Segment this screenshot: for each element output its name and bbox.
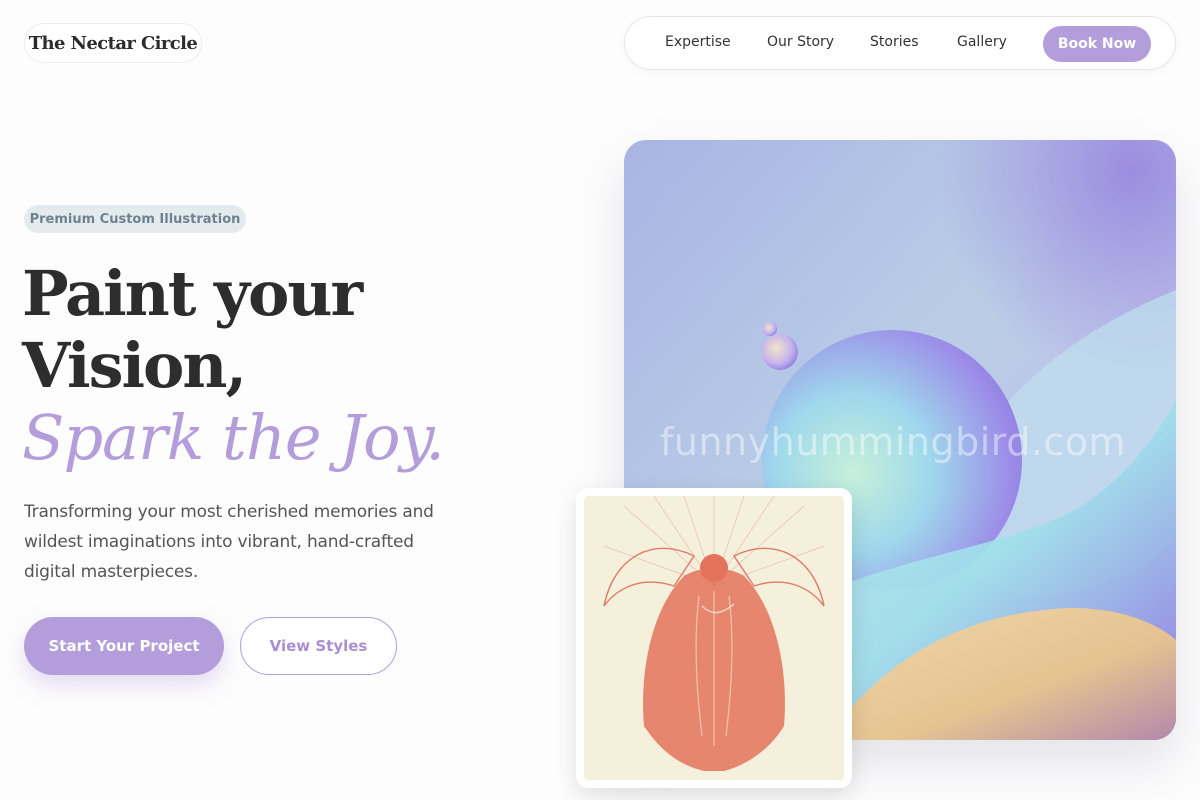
watermark-text: funnyhummingbird.com — [660, 420, 1127, 464]
landing-page: The Nectar Circle Expertise Our Story St… — [0, 0, 1200, 800]
hero-headline: Paint your Vision, Spark the Joy. — [22, 258, 582, 474]
view-styles-button[interactable]: View Styles — [240, 617, 397, 675]
angel-artwork-image — [584, 496, 844, 780]
logo[interactable]: The Nectar Circle — [24, 23, 202, 63]
headline-line-2: Vision, — [22, 329, 247, 402]
winged-angel-icon — [584, 496, 844, 780]
main-nav: Expertise Our Story Stories Gallery Book… — [624, 16, 1176, 70]
headline-line-1: Paint your — [22, 257, 363, 330]
angel-artwork-card — [576, 488, 852, 788]
headline-accent: Spark the Joy. — [22, 401, 445, 474]
logo-text: The Nectar Circle — [28, 32, 198, 54]
start-project-button[interactable]: Start Your Project — [24, 617, 224, 675]
nav-link-stories[interactable]: Stories — [870, 34, 919, 50]
nav-link-our-story[interactable]: Our Story — [767, 34, 834, 50]
hero-description: Transforming your most cherished memorie… — [24, 502, 434, 582]
nav-link-expertise[interactable]: Expertise — [665, 34, 731, 50]
nav-link-gallery[interactable]: Gallery — [957, 34, 1007, 50]
hero-badge: Premium Custom Illustration — [24, 205, 246, 233]
book-now-button[interactable]: Book Now — [1043, 26, 1151, 62]
